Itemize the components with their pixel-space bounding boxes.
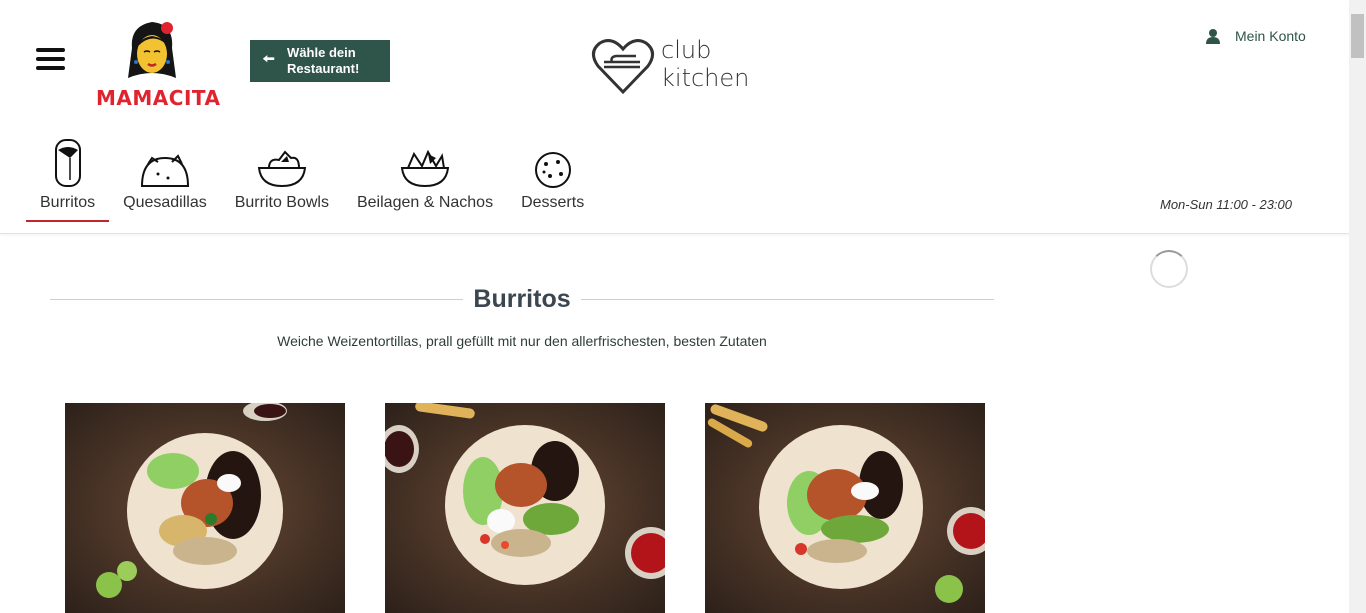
- choose-restaurant-button[interactable]: 🠨 Wähle dein Restaurant!: [250, 40, 390, 82]
- burrito-photo: [385, 403, 665, 613]
- scrollbar-thumb[interactable]: [1351, 14, 1364, 58]
- choose-restaurant-label: Wähle dein Restaurant!: [287, 45, 360, 76]
- cookie-icon: [534, 152, 571, 188]
- section-subtitle: Weiche Weizentortillas, prall gefüllt mi…: [277, 333, 767, 349]
- product-card-image[interactable]: [705, 403, 985, 613]
- mamacita-logo[interactable]: MAMACITA: [92, 18, 220, 110]
- product-card-image[interactable]: [385, 403, 665, 613]
- nav-label: Quesadillas: [123, 194, 207, 211]
- account-link[interactable]: Mein Konto: [1205, 28, 1306, 44]
- product-card-image[interactable]: [65, 403, 345, 613]
- product-grid: [65, 403, 985, 613]
- nav-item-beilagen-nachos[interactable]: Beilagen & Nachos: [343, 136, 507, 222]
- mamacita-face-icon: [128, 22, 176, 78]
- quesadilla-icon: [140, 154, 189, 187]
- nachos-icon: [400, 149, 450, 188]
- account-label: Mein Konto: [1235, 28, 1306, 44]
- heart-fork-icon: [592, 39, 654, 95]
- nav-item-desserts[interactable]: Desserts: [507, 136, 598, 222]
- club-kitchen-logo[interactable]: club kitchen: [590, 34, 750, 100]
- bowl-icon: [257, 150, 306, 188]
- burrito-icon: [54, 139, 81, 187]
- nav-label: Burrito Bowls: [234, 194, 329, 211]
- site-header: MAMACITA 🠨 Wähle dein Restaurant! club k…: [0, 0, 1349, 234]
- nav-label: Burritos: [40, 194, 96, 211]
- section-title: Burritos: [473, 285, 571, 313]
- nav-item-quesadillas[interactable]: Quesadillas: [109, 136, 221, 222]
- burrito-photo: [65, 403, 345, 613]
- user-icon: [1206, 29, 1220, 44]
- brand-name: MAMACITA: [96, 86, 221, 110]
- section-heading: Burritos: [50, 285, 995, 314]
- nav-label: Desserts: [521, 194, 585, 211]
- nav-item-burrito-bowls[interactable]: Burrito Bowls: [221, 136, 343, 222]
- nav-item-burritos[interactable]: Burritos: [26, 136, 110, 222]
- arrow-left-icon: 🠨: [262, 50, 276, 68]
- burrito-photo: [705, 403, 985, 613]
- menu-icon[interactable]: [36, 48, 65, 70]
- club-kitchen-text: club kitchen: [661, 36, 750, 92]
- divider: [580, 299, 995, 300]
- opening-hours: Mon-Sun 11:00 - 23:00: [1159, 197, 1292, 212]
- category-nav: Burritos Quesadillas Burrito Bowls Beila…: [26, 136, 598, 222]
- page-scrollbar[interactable]: [1349, 0, 1366, 613]
- loading-spinner-icon: [1150, 250, 1188, 288]
- nav-label: Beilagen & Nachos: [356, 194, 494, 211]
- divider: [50, 299, 464, 300]
